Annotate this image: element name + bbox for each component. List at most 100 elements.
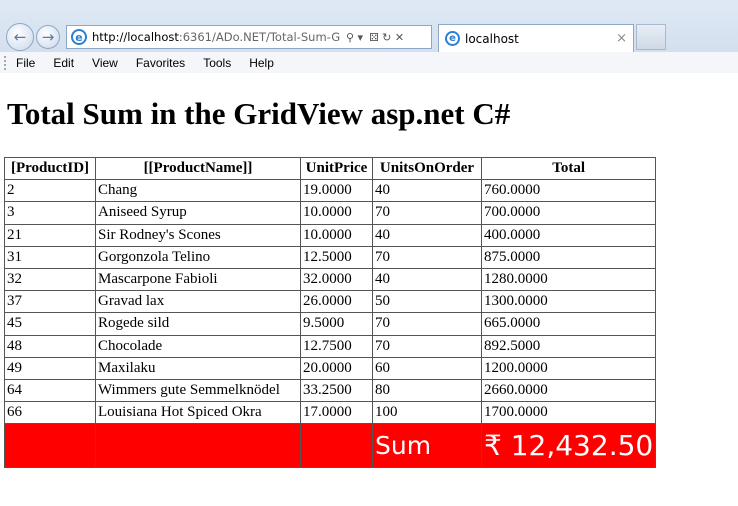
cell-product-name: Chocolade (95, 334, 301, 358)
cell-units-on-order: 50 (372, 290, 482, 314)
header-product-name: [[ProductName]] (95, 156, 301, 181)
cell-product-name: Gorgonzola Telino (95, 245, 301, 269)
cell-units-on-order: 60 (372, 356, 482, 380)
compat-refresh-stop-icons[interactable]: ⚄ ↻ ✕ (369, 31, 404, 44)
cell-product-name: Rogede sild (95, 312, 301, 336)
cell-product-id: 45 (4, 312, 96, 336)
cell-unit-price: 32.0000 (300, 267, 373, 292)
cell-total: 665.0000 (480, 312, 657, 336)
browser-chrome: ← → e http://localhost:6361/ADo.NET/Tota… (0, 0, 738, 73)
menu-view[interactable]: View (92, 56, 118, 70)
table-row: 64 Wimmers gute Semmelknödel 33.2500 80 … (4, 378, 657, 403)
footer-empty-cell (4, 423, 96, 469)
cell-unit-price: 12.7500 (300, 334, 373, 358)
cell-product-id: 49 (4, 356, 96, 380)
cell-units-on-order: 40 (372, 223, 482, 247)
menu-edit[interactable]: Edit (53, 56, 74, 70)
cell-unit-price: 9.5000 (300, 312, 373, 336)
cell-product-name: Mascarpone Fabioli (95, 267, 301, 292)
cell-product-id: 2 (4, 179, 96, 203)
table-row: 66 Louisiana Hot Spiced Okra 17.0000 100… (4, 401, 657, 425)
cell-product-id: 64 (4, 378, 96, 403)
cell-unit-price: 17.0000 (300, 401, 373, 425)
cell-product-name: Wimmers gute Semmelknödel (95, 378, 301, 403)
navigation-bar: ← → e http://localhost:6361/ADo.NET/Tota… (0, 0, 738, 52)
header-units-on-order: UnitsOnOrder (372, 156, 482, 181)
footer-sum-label: Sum (372, 423, 482, 469)
new-tab-button[interactable] (636, 24, 666, 50)
cell-unit-price: 26.0000 (300, 290, 373, 314)
header-total: Total (480, 156, 657, 181)
cell-unit-price: 20.0000 (300, 356, 373, 380)
table-row: 48 Chocolade 12.7500 70 892.5000 (4, 334, 657, 358)
cell-product-name: Louisiana Hot Spiced Okra (95, 401, 301, 425)
cell-product-name: Sir Rodney's Scones (95, 223, 301, 247)
page-title: Total Sum in the GridView asp.net C# (7, 96, 511, 131)
header-unit-price: UnitPrice (300, 156, 373, 181)
cell-units-on-order: 70 (372, 245, 482, 269)
table-row: 37 Gravad lax 26.0000 50 1300.0000 (4, 290, 657, 314)
cell-total: 875.0000 (480, 245, 657, 269)
cell-total: 1200.0000 (480, 356, 657, 380)
tab-localhost[interactable]: e localhost × (438, 24, 634, 52)
forward-button[interactable]: → (36, 25, 60, 49)
tab-close-icon[interactable]: × (616, 31, 627, 46)
cell-total: 892.5000 (480, 334, 657, 358)
cell-product-id: 48 (4, 334, 96, 358)
cell-product-id: 37 (4, 290, 96, 314)
cell-total: 700.0000 (480, 201, 657, 225)
cell-product-name: Gravad lax (95, 290, 301, 314)
table-row: 3 Aniseed Syrup 10.0000 70 700.0000 (4, 201, 657, 225)
cell-units-on-order: 70 (372, 201, 482, 225)
cell-units-on-order: 70 (372, 334, 482, 358)
cell-product-id: 21 (4, 223, 96, 247)
cell-total: 1300.0000 (480, 290, 657, 314)
address-url[interactable]: http://localhost:6361/ADo.NET/Total-Sum-… (92, 30, 340, 44)
cell-product-id: 66 (4, 401, 96, 425)
ie-tab-icon: e (445, 31, 460, 46)
cell-unit-price: 33.2500 (300, 378, 373, 403)
menu-bar: File Edit View Favorites Tools Help (0, 52, 738, 73)
cell-unit-price: 12.5000 (300, 245, 373, 269)
cell-total: 1700.0000 (480, 401, 657, 425)
cell-product-name: Chang (95, 179, 301, 203)
cell-total: 2660.0000 (480, 378, 657, 403)
menu-favorites[interactable]: Favorites (136, 56, 185, 70)
cell-unit-price: 10.0000 (300, 201, 373, 225)
table-row: 21 Sir Rodney's Scones 10.0000 40 400.00… (4, 223, 657, 247)
cell-product-name: Aniseed Syrup (95, 201, 301, 225)
tab-title: localhost (465, 31, 519, 46)
cell-total: 1280.0000 (480, 267, 657, 292)
footer-empty-cell (300, 423, 373, 469)
menu-help[interactable]: Help (249, 56, 274, 70)
table-row: 31 Gorgonzola Telino 12.5000 70 875.0000 (4, 245, 657, 269)
products-gridview: [ProductID] [[ProductName]] UnitPrice Un… (4, 156, 657, 469)
table-row: 32 Mascarpone Fabioli 32.0000 40 1280.00… (4, 267, 657, 292)
cell-product-name: Maxilaku (95, 356, 301, 380)
cell-product-id: 31 (4, 245, 96, 269)
back-button[interactable]: ← (6, 23, 34, 51)
table-row: 49 Maxilaku 20.0000 60 1200.0000 (4, 356, 657, 380)
arrow-left-icon: ← (13, 28, 27, 46)
header-product-id: [ProductID] (4, 156, 96, 181)
ie-page-icon: e (71, 29, 87, 45)
arrow-right-icon: → (41, 28, 55, 46)
header-row: [ProductID] [[ProductName]] UnitPrice Un… (4, 156, 657, 181)
menu-tools[interactable]: Tools (203, 56, 231, 70)
cell-units-on-order: 100 (372, 401, 482, 425)
table-row: 45 Rogede sild 9.5000 70 665.0000 (4, 312, 657, 336)
cell-units-on-order: 80 (372, 378, 482, 403)
cell-units-on-order: 40 (372, 179, 482, 203)
toolbar-grip (4, 55, 10, 70)
menu-file[interactable]: File (16, 56, 35, 70)
cell-unit-price: 19.0000 (300, 179, 373, 203)
cell-product-id: 32 (4, 267, 96, 292)
cell-units-on-order: 40 (372, 267, 482, 292)
cell-units-on-order: 70 (372, 312, 482, 336)
cell-total: 400.0000 (480, 223, 657, 247)
grid-body: 2 Chang 19.0000 40 760.0000 3 Aniseed Sy… (4, 179, 657, 425)
address-bar[interactable]: e http://localhost:6361/ADo.NET/Total-Su… (66, 25, 432, 49)
cell-total: 760.0000 (480, 179, 657, 203)
search-dropdown-icon[interactable]: ⚲ ▾ (346, 31, 363, 44)
footer-empty-cell (95, 423, 301, 469)
